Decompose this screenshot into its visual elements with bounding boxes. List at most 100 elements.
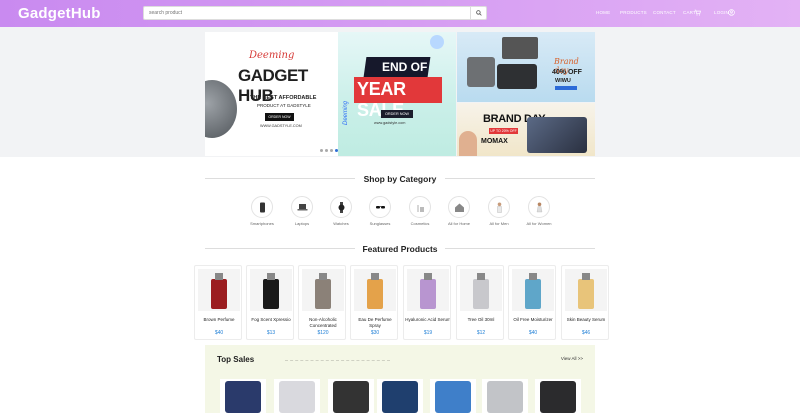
product-name[interactable]: Skin Beauty Serum [563,317,608,323]
product-image[interactable] [512,269,554,311]
banner-brand-day-wiwu[interactable]: Brand day 40% OFF WIWU [457,32,595,102]
cart-icon[interactable] [694,9,701,16]
product-card[interactable]: Oil Free Moisturizer $40 [508,265,556,340]
product-card[interactable]: Brown Perfume $40 [194,265,242,340]
top-sale-item[interactable] [535,379,581,413]
top-navbar: GadgetHub HOME PRODUCTS CONTACT CART LOG… [0,0,800,27]
top-sale-image[interactable] [482,379,528,413]
product-price: $46 [581,330,591,336]
user-icon[interactable] [728,9,735,16]
banner-side-script: Deeming [343,100,349,125]
product-card[interactable]: Tree Oil 30ml $12 [456,265,504,340]
top-sale-image[interactable] [328,379,374,413]
category-item[interactable]: Sunglasses [358,196,402,226]
product-card[interactable]: Fog Scent Xpressio $13 [246,265,294,340]
top-sale-image[interactable] [535,379,581,413]
top-sale-item[interactable] [430,379,476,413]
product-card[interactable]: Eau De Perfume Spray $30 [350,265,398,340]
banner-gadget-hub[interactable]: Deeming GADGET HUB THE BEST AFFORDABLE P… [205,32,338,156]
product-image[interactable] [407,269,449,311]
smartwatch-image [205,80,237,138]
category-label: Watches [333,221,349,226]
category-label: All for Home [447,221,470,226]
top-sale-image[interactable] [220,379,266,413]
man-icon [497,202,502,213]
category-label: Sunglasses [369,221,391,226]
top-sale-item[interactable] [482,379,528,413]
woman-icon [536,202,543,213]
top-sale-image[interactable] [274,379,320,413]
banner-order-button[interactable]: ORDER NOW [265,113,294,121]
product-name[interactable]: Eau De Perfume Spray [352,317,397,328]
search-button[interactable] [470,7,486,19]
category-thumbnail[interactable] [369,196,391,218]
top-sale-item[interactable] [274,379,320,413]
product-name[interactable]: Tree Oil 30ml [458,317,503,323]
top-sale-image[interactable] [430,379,476,413]
banner-script-text: Deeming [249,50,295,61]
category-item[interactable]: Watches [319,196,363,226]
site-logo[interactable]: GadgetHub [18,5,101,22]
view-all-link[interactable]: View All >> [561,356,583,361]
category-item[interactable]: All for Women [517,196,561,226]
search-input[interactable] [149,8,469,19]
banner-discount: UP TO 20% OFF [489,128,518,134]
product-name[interactable]: Non-Alcoholic Concentrated [300,317,345,328]
product-card[interactable]: Non-Alcoholic Concentrated $120 [298,265,346,340]
category-thumbnail[interactable] [251,196,273,218]
product-name[interactable]: Hyaluronic Acid Serum [405,317,450,323]
product-image[interactable] [302,269,344,311]
banner-brand-day-momax[interactable]: BRAND DAY UP TO 20% OFF MOMAX [457,103,595,156]
carousel-dot[interactable] [325,149,328,152]
top-sales-section: Top Sales View All >> [205,345,595,413]
banner-order-button[interactable]: ORDER NOW [381,110,413,118]
nav-home[interactable]: HOME [596,10,610,15]
product-name[interactable]: Fog Scent Xpressio [248,317,293,323]
product-name[interactable]: Oil Free Moisturizer [510,317,555,323]
category-thumbnail[interactable] [448,196,470,218]
product-price: $40 [528,330,538,336]
product-image[interactable] [460,269,502,311]
top-sale-item[interactable] [328,379,374,413]
category-thumbnail[interactable] [488,196,510,218]
product-name[interactable]: Brown Perfume [196,317,241,323]
banner-subtitle: THE BEST AFFORDABLE [250,95,317,101]
category-item[interactable]: All for Men [477,196,521,226]
product-image[interactable] [354,269,396,311]
nav-login[interactable]: LOGIN [714,10,729,15]
carousel-dot[interactable] [330,149,333,152]
sunglasses-icon [376,206,385,209]
banner-subtitle-2: PRODUCT AT GADSTYLE [257,103,311,108]
search-icon [476,10,482,16]
nav-products[interactable]: PRODUCTS [620,10,647,15]
decor-circle [430,35,444,49]
product-image[interactable] [198,269,240,311]
banner-year-end-sale[interactable]: END OF YEAR SALE ORDER NOW www.gadstyle.… [338,32,456,156]
nav-contact[interactable]: CONTACT [653,10,676,15]
category-thumbnail[interactable] [409,196,431,218]
category-item[interactable]: Laptops [280,196,324,226]
accessories-image [497,64,537,89]
top-sale-item[interactable] [220,379,266,413]
top-sale-item[interactable] [377,379,423,413]
top-sale-image[interactable] [377,379,423,413]
divider [445,248,595,249]
banner-url: WWW.GADSTYLE.COM [260,124,302,128]
hero-carousel[interactable]: Deeming GADGET HUB THE BEST AFFORDABLE P… [205,32,595,156]
category-item[interactable]: Smartphones [240,196,284,226]
category-thumbnail[interactable] [528,196,550,218]
category-item[interactable]: All for Home [437,196,481,226]
product-image[interactable] [565,269,607,311]
category-thumbnail[interactable] [291,196,313,218]
product-price: $19 [423,330,433,336]
carousel-dot[interactable] [320,149,323,152]
speaker-image [467,57,495,87]
category-thumbnail[interactable] [330,196,352,218]
product-card[interactable]: Skin Beauty Serum $46 [561,265,609,340]
product-price: $40 [214,330,224,336]
product-image[interactable] [250,269,292,311]
product-price: $12 [476,330,486,336]
cosmetics-icon [417,205,424,212]
category-item[interactable]: Cosmetics [398,196,442,226]
product-card[interactable]: Hyaluronic Acid Serum $19 [403,265,451,340]
